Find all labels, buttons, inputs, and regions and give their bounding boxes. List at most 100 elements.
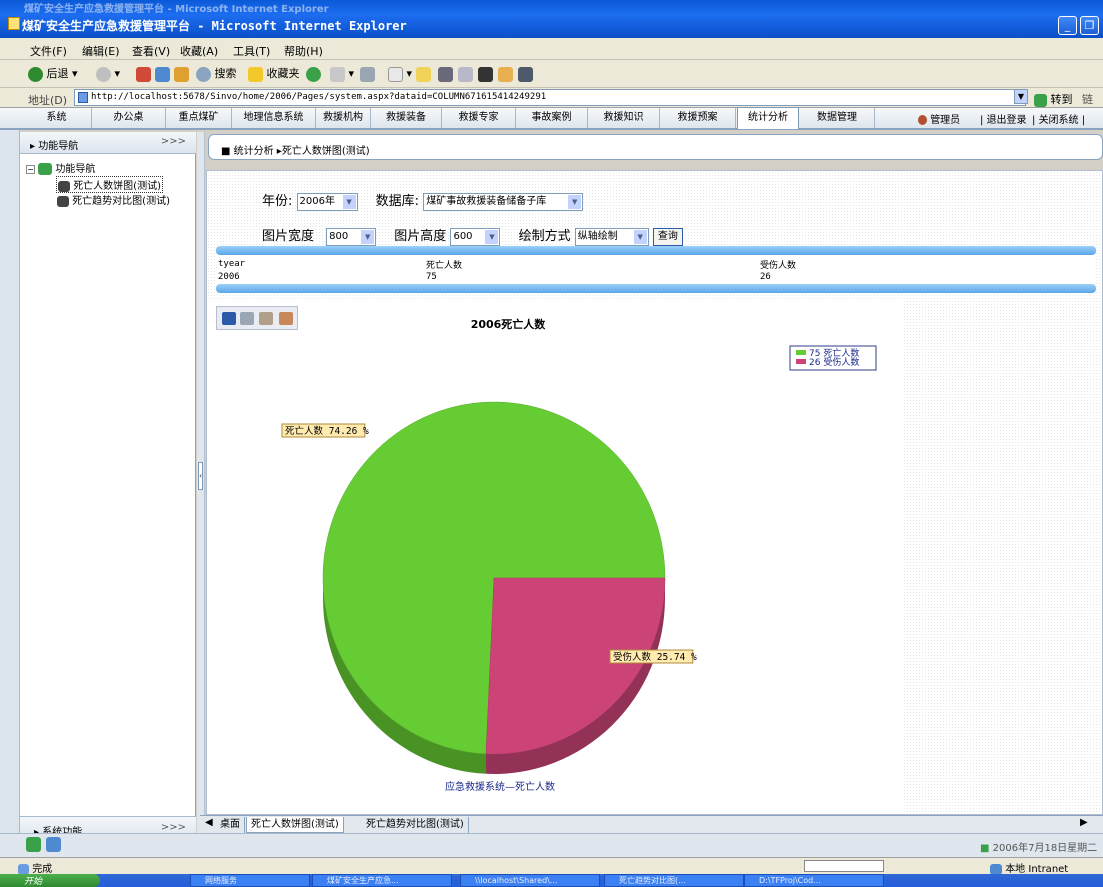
tab-scroll-right-icon[interactable]: ▶ xyxy=(1080,817,1088,828)
address-label: 地址(D) xyxy=(28,94,68,107)
splitter-handle[interactable]: ‹ xyxy=(198,462,203,490)
width-label: 图片宽度 xyxy=(262,229,315,244)
start-button[interactable]: 开始 xyxy=(0,874,100,887)
taskbar-item-platform[interactable]: 煤矿安全生产应急... xyxy=(312,874,452,887)
zone-indicator: 本地 Intranet xyxy=(990,860,1068,875)
slice-label-1: 受伤人数 25.74 % xyxy=(613,651,697,663)
tool-icon xyxy=(518,66,533,82)
bottom-tab-trend[interactable]: 死亡趋势对比图(测试) xyxy=(362,817,469,833)
chart-item-icon xyxy=(58,180,70,192)
page-icon xyxy=(78,92,88,103)
edit-button[interactable]: ▾ xyxy=(388,65,412,83)
nav-tab-system[interactable]: 系统 xyxy=(22,108,92,128)
taskbar-item-trend[interactable]: 死亡趋势对比图(... xyxy=(604,874,744,887)
app-status-icon[interactable] xyxy=(26,837,41,852)
favorites-label: 收藏夹 xyxy=(266,67,300,80)
query-button[interactable]: 查询 xyxy=(652,227,683,246)
menu-edit[interactable]: 编辑(E) xyxy=(82,43,120,59)
taskbar-item-network[interactable]: 网络服务 xyxy=(190,874,310,887)
export-icon[interactable] xyxy=(279,312,293,325)
media-button[interactable] xyxy=(306,65,321,83)
nav-tab-key-mines[interactable]: 重点煤矿 xyxy=(166,108,232,128)
chart-title: 2006死亡人数 xyxy=(471,317,547,331)
nav-tab-data-mgmt[interactable]: 数据管理 xyxy=(800,108,875,128)
go-arrow-icon xyxy=(1034,93,1047,107)
panel-splitter[interactable]: ‹ xyxy=(197,132,205,840)
nav-tab-office[interactable]: 办公桌 xyxy=(92,108,166,128)
save-icon[interactable] xyxy=(222,312,236,325)
discuss-button[interactable] xyxy=(416,65,431,83)
mail-button[interactable]: ▾ xyxy=(330,65,354,83)
height-select[interactable]: 600 xyxy=(450,227,501,246)
taskbar-item-share[interactable]: \\localhost\Shared\... xyxy=(460,874,600,887)
go-label: 转到 xyxy=(1050,93,1073,106)
mode-label: 绘制方式 xyxy=(518,229,571,244)
width-value: 800 xyxy=(329,230,349,242)
chart-item-icon xyxy=(57,195,69,207)
expand-icon[interactable]: >>> xyxy=(161,822,186,833)
user-icon xyxy=(918,115,927,125)
print-icon xyxy=(360,66,375,82)
legend-label-1: 26 受伤人数 xyxy=(809,356,859,368)
app-nav-bar: 系统 办公桌 重点煤矿 地理信息系统 救援机构 救援装备 救援专家 事故案例 救… xyxy=(0,107,1103,130)
qq-button[interactable] xyxy=(478,65,493,83)
logout-link[interactable]: | 退出登录 xyxy=(980,111,1027,126)
menu-view[interactable]: 查看(V) xyxy=(132,43,170,59)
pie-chart: 2006死亡人数应急救援系统—死亡人数 死亡人数 74.26 % 受伤人数 25.7… xyxy=(281,317,877,793)
tree-root[interactable]: − 功能导航 xyxy=(26,160,95,175)
database-select[interactable]: 煤矿事故救援装备储备子库 xyxy=(423,192,584,211)
close-system-link[interactable]: | 关闭系统 | xyxy=(1032,111,1085,126)
menu-help[interactable]: 帮助(H) xyxy=(284,43,323,59)
restore-button[interactable]: ❐ xyxy=(1080,16,1099,35)
print-preview-icon[interactable] xyxy=(240,312,254,325)
print-button[interactable] xyxy=(360,65,375,83)
taskbar-item-tfproj[interactable]: D:\TFProj\Cod... xyxy=(744,874,884,887)
bottom-tab-pie[interactable]: 死亡人数饼图(测试) xyxy=(246,817,344,833)
mode-select[interactable]: 纵轴绘制 xyxy=(574,227,649,246)
research-button[interactable] xyxy=(458,65,473,83)
nav-tab-rescue-org[interactable]: 救援机构 xyxy=(316,108,371,128)
back-button[interactable]: 后退 ▾ xyxy=(28,65,78,83)
extra-button[interactable] xyxy=(498,65,513,83)
width-select[interactable]: 800 xyxy=(326,227,377,246)
nav-tab-experts[interactable]: 救援专家 xyxy=(442,108,516,128)
nav-tab-equipment[interactable]: 救援装备 xyxy=(371,108,442,128)
favorites-button[interactable]: 收藏夹 xyxy=(248,65,300,83)
tree-collapse-icon[interactable]: − xyxy=(26,165,35,174)
menu-favorites[interactable]: 收藏(A) xyxy=(180,43,218,59)
window-title: 煤矿安全生产应急救援管理平台 - Microsoft Internet Expl… xyxy=(22,19,407,33)
nav-tab-plans[interactable]: 救援预案 xyxy=(660,108,736,128)
refresh-button[interactable] xyxy=(155,65,170,83)
refresh-app-icon[interactable] xyxy=(46,837,61,852)
year-select[interactable]: 2006年 xyxy=(296,192,358,211)
search-button[interactable]: 搜索 xyxy=(196,65,237,83)
sidebar-item-trend[interactable]: 死亡趋势对比图(测试) xyxy=(57,192,170,207)
nav-tab-cases[interactable]: 事故案例 xyxy=(516,108,588,128)
nav-tab-knowledge[interactable]: 救援知识 xyxy=(588,108,660,128)
nav-tab-statistics[interactable]: 统计分析 xyxy=(737,107,799,129)
extra-icon xyxy=(498,66,513,82)
address-dropdown-button[interactable]: ▼ xyxy=(1014,89,1028,104)
collapse-icon[interactable]: >>> xyxy=(161,136,186,147)
home-button[interactable] xyxy=(174,65,189,83)
tab-scroll-left-icon[interactable]: ◀ xyxy=(205,817,213,828)
copy-icon[interactable] xyxy=(259,312,273,325)
sidebar-item-pie[interactable]: 死亡人数饼图(测试) xyxy=(56,176,163,193)
forward-button[interactable]: ▾ xyxy=(96,65,120,83)
nav-tab-gis[interactable]: 地理信息系统 xyxy=(232,108,316,128)
minimize-button[interactable]: _ xyxy=(1058,16,1077,35)
menu-file[interactable]: 文件(F) xyxy=(30,43,67,59)
left-strip xyxy=(0,108,20,848)
menu-tools[interactable]: 工具(T) xyxy=(233,43,270,59)
address-input[interactable]: http://localhost:5678/Sinvo/home/2006/Pa… xyxy=(74,89,1026,106)
refresh-icon xyxy=(155,66,170,82)
stop-button[interactable] xyxy=(136,65,151,83)
taskbar: 开始 网络服务 煤矿安全生产应急... \\localhost\Shared\.… xyxy=(0,874,1103,887)
tool-button[interactable] xyxy=(518,65,533,83)
bottom-tab-desktop[interactable]: 桌面 xyxy=(216,817,245,833)
year-label: 年份: xyxy=(262,194,293,209)
research-icon xyxy=(458,66,473,82)
status-bar: 完成 本地 Intranet xyxy=(0,857,1103,875)
messenger-button[interactable] xyxy=(438,65,453,83)
nav-arrow-icon xyxy=(38,163,53,175)
